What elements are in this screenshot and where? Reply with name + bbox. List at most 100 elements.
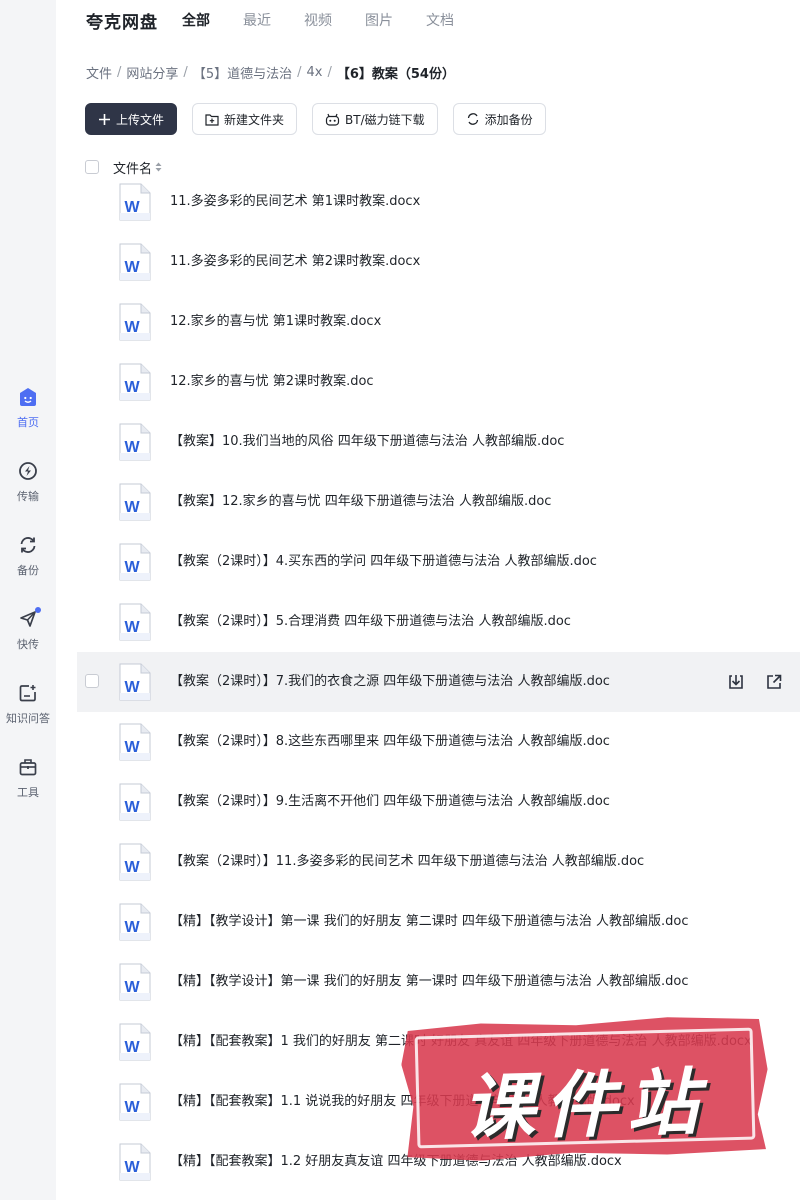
- file-name[interactable]: 12.家乡的喜与忧 第1课时教案.docx: [170, 292, 381, 352]
- word-doc-icon: W: [117, 243, 151, 281]
- sidebar-item-tools[interactable]: 工具: [0, 756, 56, 816]
- svg-text:W: W: [124, 979, 140, 996]
- word-doc-icon: W: [117, 483, 151, 521]
- toolbar: 上传文件 新建文件夹 BT/磁力链下载 添加备份: [85, 103, 561, 135]
- sidebar-item-knowledge-qa[interactable]: 知识问答: [0, 682, 56, 742]
- word-doc-icon: W: [117, 603, 151, 641]
- row-actions: [710, 670, 786, 694]
- svg-text:W: W: [124, 619, 140, 636]
- file-row[interactable]: W 【精】【教学设计】第一课 我们的好朋友 第二课时 四年级下册道德与法治 人教部…: [77, 892, 800, 952]
- word-doc-icon: W: [117, 1023, 151, 1061]
- plus-icon: [98, 113, 111, 126]
- file-row[interactable]: W 【教案】10.我们当地的风俗 四年级下册道德与法治 人教部编版.doc: [77, 412, 800, 472]
- upload-button[interactable]: 上传文件: [85, 103, 178, 135]
- svg-text:W: W: [124, 439, 140, 456]
- sidebar-label: 快传: [17, 638, 39, 651]
- file-name[interactable]: 【教案（2课时）】7.我们的衣食之源 四年级下册道德与法治 人教部编版.doc: [170, 652, 610, 712]
- file-name[interactable]: 【教案】12.家乡的喜与忧 四年级下册道德与法治 人教部编版.doc: [170, 472, 551, 532]
- breadcrumb-separator: /: [297, 64, 302, 80]
- file-row[interactable]: W 【精】【教学设计】第一课 我们的好朋友 第一课时 四年级下册道德与法治 人教部…: [77, 952, 800, 1012]
- svg-text:W: W: [124, 1099, 140, 1116]
- quick-send-icon: [17, 607, 41, 630]
- file-row[interactable]: W 【教案（2课时）】4.买东西的学问 四年级下册道德与法治 人教部编版.doc: [77, 532, 800, 592]
- sidebar-item-quick-send[interactable]: 快传: [0, 607, 56, 668]
- file-row[interactable]: W 11.多姿多彩的民间艺术 第2课时教案.docx: [77, 232, 800, 292]
- sidebar-label: 传输: [17, 490, 39, 503]
- sidebar-label: 知识问答: [6, 712, 50, 725]
- sort-icon[interactable]: [155, 162, 162, 172]
- word-doc-icon: W: [117, 903, 151, 941]
- tab-documents[interactable]: 文档: [426, 10, 454, 30]
- word-doc-icon: W: [117, 363, 151, 401]
- file-name[interactable]: 【教案（2课时）】4.买东西的学问 四年级下册道德与法治 人教部编版.doc: [170, 532, 597, 592]
- sidebar-item-backup[interactable]: 备份: [0, 534, 56, 594]
- file-name[interactable]: 11.多姿多彩的民间艺术 第1课时教案.docx: [170, 172, 420, 232]
- svg-text:W: W: [124, 739, 140, 756]
- new-folder-button[interactable]: 新建文件夹: [192, 103, 298, 135]
- svg-text:W: W: [124, 1039, 140, 1056]
- breadcrumb-separator: /: [327, 64, 332, 80]
- file-row[interactable]: W 【教案（2课时）】5.合理消费 四年级下册道德与法治 人教部编版.doc: [77, 592, 800, 652]
- sidebar-label: 备份: [17, 564, 39, 577]
- file-row[interactable]: W 12.家乡的喜与忧 第2课时教案.doc: [77, 352, 800, 412]
- svg-text:W: W: [124, 499, 140, 516]
- word-doc-icon: W: [117, 423, 151, 461]
- toolbox-icon: [17, 756, 39, 778]
- word-doc-icon: W: [117, 183, 151, 221]
- word-doc-icon: W: [117, 303, 151, 341]
- file-name[interactable]: 【教案（2课时）】9.生活离不开他们 四年级下册道德与法治 人教部编版.doc: [170, 772, 610, 832]
- file-name[interactable]: 【教案（2课时）】8.这些东西哪里来 四年级下册道德与法治 人教部编版.doc: [170, 712, 610, 772]
- share-icon[interactable]: [762, 670, 786, 694]
- breadcrumb-item[interactable]: 网站分享: [126, 63, 178, 82]
- word-doc-icon: W: [117, 963, 151, 1001]
- tab-recent[interactable]: 最近: [243, 10, 271, 30]
- breadcrumb-item[interactable]: 【5】道德与法治: [193, 63, 292, 82]
- new-folder-icon: [205, 113, 219, 126]
- sidebar-label: 首页: [17, 416, 39, 429]
- file-row[interactable]: W 【教案（2课时）】8.这些东西哪里来 四年级下册道德与法治 人教部编版.doc: [77, 712, 800, 772]
- svg-text:W: W: [124, 199, 140, 216]
- file-name[interactable]: 【教案】10.我们当地的风俗 四年级下册道德与法治 人教部编版.doc: [170, 412, 564, 472]
- word-doc-icon: W: [117, 663, 151, 701]
- knowledge-qa-icon: [17, 682, 39, 704]
- file-name[interactable]: 11.多姿多彩的民间艺术 第2课时教案.docx: [170, 232, 420, 292]
- breadcrumb-separator: /: [117, 64, 122, 80]
- svg-text:W: W: [124, 799, 140, 816]
- breadcrumb-item[interactable]: 文件: [86, 63, 112, 82]
- svg-text:W: W: [124, 919, 140, 936]
- file-row[interactable]: W 【教案（2课时）】7.我们的衣食之源 四年级下册道德与法治 人教部编版.doc: [77, 652, 800, 712]
- svg-text:W: W: [124, 859, 140, 876]
- tab-all[interactable]: 全部: [182, 10, 210, 30]
- file-name[interactable]: 【精】【教学设计】第一课 我们的好朋友 第二课时 四年级下册道德与法治 人教部编…: [170, 892, 689, 952]
- file-name[interactable]: 【教案（2课时）】11.多姿多彩的民间艺术 四年级下册道德与法治 人教部编版.d…: [170, 832, 644, 892]
- file-name[interactable]: 12.家乡的喜与忧 第2课时教案.doc: [170, 352, 374, 412]
- file-row[interactable]: W 【教案（2课时）】11.多姿多彩的民间艺术 四年级下册道德与法治 人教部编版.…: [77, 832, 800, 892]
- svg-text:W: W: [124, 1159, 140, 1176]
- word-doc-icon: W: [117, 783, 151, 821]
- backup-sync-icon: [466, 112, 480, 126]
- download-icon[interactable]: [724, 670, 748, 694]
- file-name[interactable]: 【精】【教学设计】第一课 我们的好朋友 第一课时 四年级下册道德与法治 人教部编…: [170, 952, 689, 1012]
- file-row[interactable]: W 【教案】12.家乡的喜与忧 四年级下册道德与法治 人教部编版.doc: [77, 472, 800, 532]
- add-backup-button[interactable]: 添加备份: [452, 103, 546, 135]
- sidebar-item-home[interactable]: 首页: [0, 386, 56, 446]
- bt-robot-icon: [325, 113, 340, 126]
- app-brand: 夸克网盘: [86, 12, 158, 33]
- file-name[interactable]: 【教案（2课时）】5.合理消费 四年级下册道德与法治 人教部编版.doc: [170, 592, 571, 652]
- tab-video[interactable]: 视频: [304, 10, 332, 30]
- file-row[interactable]: W 12.家乡的喜与忧 第1课时教案.docx: [77, 292, 800, 352]
- file-row[interactable]: W 【教案（2课时）】9.生活离不开他们 四年级下册道德与法治 人教部编版.doc: [77, 772, 800, 832]
- backup-sync-icon: [17, 534, 39, 556]
- bt-magnet-download-button[interactable]: BT/磁力链下载: [312, 103, 438, 135]
- svg-text:W: W: [124, 379, 140, 396]
- svg-text:W: W: [124, 319, 140, 336]
- row-checkbox[interactable]: [85, 674, 99, 688]
- breadcrumb-item[interactable]: 4x: [306, 65, 322, 80]
- word-doc-icon: W: [117, 1083, 151, 1121]
- sidebar-item-transfer[interactable]: 传输: [0, 460, 56, 520]
- file-row[interactable]: W 11.多姿多彩的民间艺术 第1课时教案.docx: [77, 172, 800, 232]
- new-folder-button-label: 新建文件夹: [224, 112, 285, 127]
- bt-magnet-download-label: BT/磁力链下载: [345, 112, 425, 127]
- add-backup-label: 添加备份: [484, 112, 533, 127]
- tab-images[interactable]: 图片: [365, 10, 393, 30]
